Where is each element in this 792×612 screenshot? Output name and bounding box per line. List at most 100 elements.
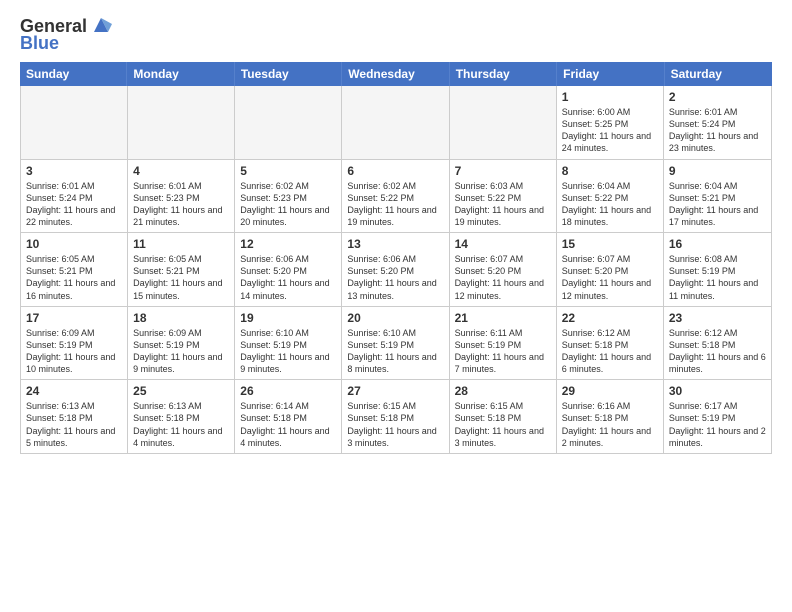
calendar-cell-13: 13 Sunrise: 6:06 AM Sunset: 5:20 PM Dayli… xyxy=(342,233,449,306)
day-number: 7 xyxy=(455,164,551,178)
calendar-cell-empty-0-3 xyxy=(342,86,449,159)
day-number: 25 xyxy=(133,384,229,398)
day-number: 12 xyxy=(240,237,336,251)
day-info: Sunrise: 6:09 AM Sunset: 5:19 PM Dayligh… xyxy=(26,327,122,376)
calendar-cell-15: 15 Sunrise: 6:07 AM Sunset: 5:20 PM Dayli… xyxy=(557,233,664,306)
day-number: 8 xyxy=(562,164,658,178)
day-number: 11 xyxy=(133,237,229,251)
day-number: 4 xyxy=(133,164,229,178)
calendar-week-2: 3 Sunrise: 6:01 AM Sunset: 5:24 PM Daylig… xyxy=(21,160,771,234)
header-day-sunday: Sunday xyxy=(20,62,127,86)
calendar-cell-17: 17 Sunrise: 6:09 AM Sunset: 5:19 PM Dayli… xyxy=(21,307,128,380)
header-day-wednesday: Wednesday xyxy=(342,62,449,86)
logo-icon xyxy=(90,14,112,36)
calendar-cell-6: 6 Sunrise: 6:02 AM Sunset: 5:22 PM Daylig… xyxy=(342,160,449,233)
calendar-cell-21: 21 Sunrise: 6:11 AM Sunset: 5:19 PM Dayli… xyxy=(450,307,557,380)
day-info: Sunrise: 6:15 AM Sunset: 5:18 PM Dayligh… xyxy=(455,400,551,449)
calendar-cell-18: 18Sunrise: 6:09 AM Sunset: 5:19 PM Dayli… xyxy=(128,307,235,380)
day-number: 9 xyxy=(669,164,766,178)
day-info: Sunrise: 6:01 AM Sunset: 5:24 PM Dayligh… xyxy=(669,106,766,155)
day-number: 26 xyxy=(240,384,336,398)
day-info: Sunrise: 6:02 AM Sunset: 5:23 PM Dayligh… xyxy=(240,180,336,229)
day-info: Sunrise: 6:10 AM Sunset: 5:19 PM Dayligh… xyxy=(347,327,443,376)
day-info: Sunrise: 6:17 AM Sunset: 5:19 PM Dayligh… xyxy=(669,400,766,449)
day-number: 5 xyxy=(240,164,336,178)
day-number: 6 xyxy=(347,164,443,178)
calendar-cell-7: 7 Sunrise: 6:03 AM Sunset: 5:22 PM Daylig… xyxy=(450,160,557,233)
day-info: Sunrise: 6:05 AM Sunset: 5:21 PM Dayligh… xyxy=(26,253,122,302)
day-number: 1 xyxy=(562,90,658,104)
day-info: Sunrise: 6:15 AM Sunset: 5:18 PM Dayligh… xyxy=(347,400,443,449)
calendar-cell-1: 1 Sunrise: 6:00 AM Sunset: 5:25 PM Daylig… xyxy=(557,86,664,159)
day-info: Sunrise: 6:02 AM Sunset: 5:22 PM Dayligh… xyxy=(347,180,443,229)
calendar-cell-empty-0-0 xyxy=(21,86,128,159)
day-info: Sunrise: 6:01 AM Sunset: 5:23 PM Dayligh… xyxy=(133,180,229,229)
calendar-cell-19: 19Sunrise: 6:10 AM Sunset: 5:19 PM Dayli… xyxy=(235,307,342,380)
day-number: 3 xyxy=(26,164,122,178)
calendar-cell-14: 14Sunrise: 6:07 AM Sunset: 5:20 PM Dayli… xyxy=(450,233,557,306)
day-info: Sunrise: 6:14 AM Sunset: 5:18 PM Dayligh… xyxy=(240,400,336,449)
day-info: Sunrise: 6:16 AM Sunset: 5:18 PM Dayligh… xyxy=(562,400,658,449)
header-day-monday: Monday xyxy=(127,62,234,86)
calendar-week-5: 24 Sunrise: 6:13 AM Sunset: 5:18 PM Dayli… xyxy=(21,380,771,453)
calendar-cell-24: 24 Sunrise: 6:13 AM Sunset: 5:18 PM Dayli… xyxy=(21,380,128,453)
day-number: 29 xyxy=(562,384,658,398)
calendar-header: SundayMondayTuesdayWednesdayThursdayFrid… xyxy=(20,62,772,86)
calendar-cell-12: 12 Sunrise: 6:06 AM Sunset: 5:20 PM Dayli… xyxy=(235,233,342,306)
calendar-cell-9: 9 Sunrise: 6:04 AM Sunset: 5:21 PM Daylig… xyxy=(664,160,771,233)
calendar-cell-4: 4 Sunrise: 6:01 AM Sunset: 5:23 PM Daylig… xyxy=(128,160,235,233)
calendar-cell-16: 16 Sunrise: 6:08 AM Sunset: 5:19 PM Dayli… xyxy=(664,233,771,306)
day-info: Sunrise: 6:01 AM Sunset: 5:24 PM Dayligh… xyxy=(26,180,122,229)
calendar-cell-empty-0-1 xyxy=(128,86,235,159)
day-info: Sunrise: 6:08 AM Sunset: 5:19 PM Dayligh… xyxy=(669,253,766,302)
day-info: Sunrise: 6:03 AM Sunset: 5:22 PM Dayligh… xyxy=(455,180,551,229)
day-number: 21 xyxy=(455,311,551,325)
calendar-cell-30: 30Sunrise: 6:17 AM Sunset: 5:19 PM Dayli… xyxy=(664,380,771,453)
header-day-tuesday: Tuesday xyxy=(235,62,342,86)
day-number: 16 xyxy=(669,237,766,251)
header-day-thursday: Thursday xyxy=(450,62,557,86)
day-number: 17 xyxy=(26,311,122,325)
calendar-body: 1 Sunrise: 6:00 AM Sunset: 5:25 PM Daylig… xyxy=(20,86,772,454)
calendar-cell-20: 20 Sunrise: 6:10 AM Sunset: 5:19 PM Dayli… xyxy=(342,307,449,380)
day-info: Sunrise: 6:04 AM Sunset: 5:22 PM Dayligh… xyxy=(562,180,658,229)
day-info: Sunrise: 6:11 AM Sunset: 5:19 PM Dayligh… xyxy=(455,327,551,376)
calendar-cell-empty-0-4 xyxy=(450,86,557,159)
day-number: 20 xyxy=(347,311,443,325)
day-number: 15 xyxy=(562,237,658,251)
logo-blue: Blue xyxy=(20,34,112,52)
day-info: Sunrise: 6:04 AM Sunset: 5:21 PM Dayligh… xyxy=(669,180,766,229)
calendar-cell-3: 3 Sunrise: 6:01 AM Sunset: 5:24 PM Daylig… xyxy=(21,160,128,233)
day-info: Sunrise: 6:05 AM Sunset: 5:21 PM Dayligh… xyxy=(133,253,229,302)
day-number: 13 xyxy=(347,237,443,251)
day-info: Sunrise: 6:09 AM Sunset: 5:19 PM Dayligh… xyxy=(133,327,229,376)
day-number: 24 xyxy=(26,384,122,398)
day-info: Sunrise: 6:13 AM Sunset: 5:18 PM Dayligh… xyxy=(26,400,122,449)
calendar-week-3: 10 Sunrise: 6:05 AM Sunset: 5:21 PM Dayli… xyxy=(21,233,771,307)
day-info: Sunrise: 6:00 AM Sunset: 5:25 PM Dayligh… xyxy=(562,106,658,155)
calendar: SundayMondayTuesdayWednesdayThursdayFrid… xyxy=(20,62,772,602)
calendar-cell-27: 27 Sunrise: 6:15 AM Sunset: 5:18 PM Dayli… xyxy=(342,380,449,453)
day-info: Sunrise: 6:12 AM Sunset: 5:18 PM Dayligh… xyxy=(562,327,658,376)
header-day-friday: Friday xyxy=(557,62,664,86)
day-info: Sunrise: 6:07 AM Sunset: 5:20 PM Dayligh… xyxy=(455,253,551,302)
day-number: 22 xyxy=(562,311,658,325)
calendar-cell-22: 22 Sunrise: 6:12 AM Sunset: 5:18 PM Dayli… xyxy=(557,307,664,380)
logo-text: General Blue xyxy=(20,16,112,52)
day-info: Sunrise: 6:13 AM Sunset: 5:18 PM Dayligh… xyxy=(133,400,229,449)
day-info: Sunrise: 6:07 AM Sunset: 5:20 PM Dayligh… xyxy=(562,253,658,302)
calendar-week-1: 1 Sunrise: 6:00 AM Sunset: 5:25 PM Daylig… xyxy=(21,86,771,160)
header-day-saturday: Saturday xyxy=(665,62,772,86)
day-info: Sunrise: 6:06 AM Sunset: 5:20 PM Dayligh… xyxy=(240,253,336,302)
day-number: 27 xyxy=(347,384,443,398)
day-info: Sunrise: 6:06 AM Sunset: 5:20 PM Dayligh… xyxy=(347,253,443,302)
calendar-cell-10: 10 Sunrise: 6:05 AM Sunset: 5:21 PM Dayli… xyxy=(21,233,128,306)
calendar-cell-empty-0-2 xyxy=(235,86,342,159)
calendar-cell-11: 11 Sunrise: 6:05 AM Sunset: 5:21 PM Dayli… xyxy=(128,233,235,306)
calendar-week-4: 17 Sunrise: 6:09 AM Sunset: 5:19 PM Dayli… xyxy=(21,307,771,381)
page-header: General Blue xyxy=(20,16,772,52)
day-number: 28 xyxy=(455,384,551,398)
day-number: 10 xyxy=(26,237,122,251)
day-number: 23 xyxy=(669,311,766,325)
calendar-cell-23: 23Sunrise: 6:12 AM Sunset: 5:18 PM Dayli… xyxy=(664,307,771,380)
